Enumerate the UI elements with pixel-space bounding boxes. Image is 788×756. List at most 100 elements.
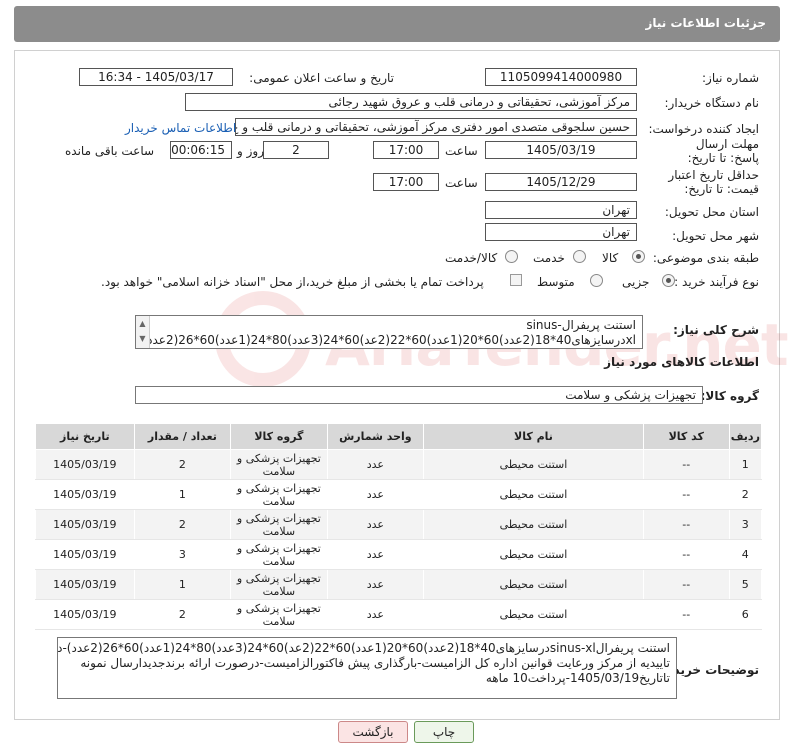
page: جزئیات اطلاعات نیاز AriaTender.net شماره… [0,0,788,756]
process-radio-minor[interactable] [662,274,675,287]
page-header: جزئیات اطلاعات نیاز [14,6,780,42]
requester-label: ایجاد کننده درخواست: [648,122,759,136]
cell-date: 1405/03/19 [35,479,135,510]
buyer-notes-textarea[interactable]: استنت پریفرالsinus-xlدرسایزهای40*18(2عدد… [57,637,677,699]
cell-code: -- [642,539,730,570]
cell-date: 1405/03/19 [35,599,135,630]
remaining-time-field: 00:06:15 [170,141,232,159]
announce-field: 1405/03/17 - 16:34 [79,68,233,86]
cell-unit: عدد [326,539,425,570]
cell-quantity: 3 [133,539,232,570]
summary-scrollbar[interactable]: ▲ ▼ [136,316,150,348]
category-radio-goods[interactable] [632,250,645,263]
cell-name: استنت محیطی [423,539,644,570]
requester-field: حسین سلجوقی متصدی امور دفتری مرکز آموزشی… [235,118,637,136]
province-label: استان محل تحویل: [664,205,759,219]
back-button[interactable]: بازگشت [338,721,408,743]
cell-name: استنت محیطی [423,509,644,540]
need-number-label: شماره نیاز: [702,71,759,85]
process-type-label: نوع فرآیند خرید : [674,275,759,289]
table-row: 1 -- استنت محیطی عدد تجهیزات پزشکی و سلا… [35,449,763,480]
price-validity-label: حداقل تاریخ اعتبار قیمت: تا تاریخ: [668,168,759,196]
contact-info-link[interactable]: اطلاعات تماس خریدار [125,121,236,135]
col-header-unit: واحد شمارش [326,423,425,450]
cell-name: استنت محیطی [423,449,644,480]
cell-row-number: 6 [728,599,763,630]
days-label: روز و [237,144,264,158]
table-row: 6 -- استنت محیطی عدد تجهیزات پزشکی و سلا… [35,599,763,630]
table-row: 3 -- استنت محیطی عدد تجهیزات پزشکی و سلا… [35,509,763,540]
cell-date: 1405/03/19 [35,569,135,600]
buyer-notes-line-3: تاتاریخ1405/03/19-پرداخت10 ماهه [485,671,670,685]
table-row: 5 -- استنت محیطی عدد تجهیزات پزشکی و سلا… [35,569,763,600]
cell-date: 1405/03/19 [35,449,135,480]
cell-quantity: 1 [133,569,232,600]
cell-quantity: 2 [133,509,232,540]
cell-group: تجهیزات پزشکی و سلامت [230,539,328,570]
cell-row-number: 2 [728,479,763,510]
cell-group: تجهیزات پزشکی و سلامت [230,569,328,600]
col-header-date: تاریخ نیاز [35,423,135,450]
need-number-field: 1105099414000980 [485,68,637,86]
cell-code: -- [642,449,730,480]
cell-group: تجهیزات پزشکی و سلامت [230,509,328,540]
category-option-goods: کالا [602,251,619,265]
cell-quantity: 2 [133,449,232,480]
process-radio-medium[interactable] [590,274,603,287]
cell-name: استنت محیطی [423,599,644,630]
cell-group: تجهیزات پزشکی و سلامت [230,599,328,630]
summary-line-2: xlدرسایزهای40*18(2عدد)60*20(1عدد)60*22(2… [136,333,636,347]
category-radio-goods-service[interactable] [505,250,518,263]
summary-textarea[interactable]: ▲ ▼ استنت پریفرال-sinus xlدرسایزهای40*18(… [135,315,643,349]
goods-table: ردیف کد کالا نام کالا واحد شمارش گروه کا… [35,423,763,630]
remaining-time-label: ساعت باقی مانده [65,144,155,158]
category-label: طبقه بندی موضوعی: [652,251,759,265]
col-header-quantity: تعداد / مقدار [133,423,232,450]
process-option-minor: جزیی [622,275,650,289]
cell-row-number: 1 [728,449,763,480]
process-option-medium: متوسط [537,275,575,289]
cell-code: -- [642,569,730,600]
treasury-payment-checkbox[interactable] [510,274,522,286]
buyer-notes-line-1: استنت پریفرالsinus-xlدرسایزهای40*18(2عدد… [57,641,670,655]
price-date-field: 1405/12/29 [485,173,637,191]
city-label: شهر محل تحویل: [672,229,759,243]
col-header-group: گروه کالا [230,423,328,450]
cell-code: -- [642,509,730,540]
cell-name: استنت محیطی [423,479,644,510]
treasury-payment-note: پرداخت تمام یا بخشی از مبلغ خرید،از محل … [101,275,484,289]
details-panel: AriaTender.net شماره نیاز: 1105099414000… [14,50,788,720]
table-row: 4 -- استنت محیطی عدد تجهیزات پزشکی و سلا… [35,539,763,570]
col-header-code: کد کالا [642,423,730,450]
announce-label: تاریخ و ساعت اعلان عمومی: [249,71,394,85]
price-time-field: 17:00 [373,173,439,191]
summary-label: شرح کلی نیاز: [673,323,759,337]
category-option-service: خدمت [533,251,565,265]
table-row: 2 -- استنت محیطی عدد تجهیزات پزشکی و سلا… [35,479,763,510]
cell-date: 1405/03/19 [35,509,135,540]
cell-code: -- [642,479,730,510]
cell-unit: عدد [326,599,425,630]
goods-table-header-row: ردیف کد کالا نام کالا واحد شمارش گروه کا… [35,423,763,450]
category-radio-service[interactable] [573,250,586,263]
col-header-name: نام کالا [423,423,644,450]
reply-time-label: ساعت [445,144,478,158]
cell-row-number: 4 [728,539,763,570]
cell-code: -- [642,599,730,630]
print-button[interactable]: چاپ [414,721,474,743]
cell-unit: عدد [326,479,425,510]
cell-date: 1405/03/19 [35,539,135,570]
buyer-notes-line-2: تاییدیه از مرکز ورعایت قوانین اداره کل ا… [80,656,670,670]
cell-quantity: 1 [133,479,232,510]
reply-time-field: 17:00 [373,141,439,159]
cell-row-number: 3 [728,509,763,540]
goods-info-title: اطلاعات کالاهای مورد نیاز [604,355,759,369]
cell-group: تجهیزات پزشکی و سلامت [230,449,328,480]
cell-unit: عدد [326,449,425,480]
summary-line-1: استنت پریفرال-sinus [526,318,636,332]
page-title: جزئیات اطلاعات نیاز [645,16,766,30]
days-remaining-field: 2 [263,141,329,159]
goods-group-label: گروه کالا: [700,389,759,403]
cell-quantity: 2 [133,599,232,630]
cell-group: تجهیزات پزشکی و سلامت [230,479,328,510]
